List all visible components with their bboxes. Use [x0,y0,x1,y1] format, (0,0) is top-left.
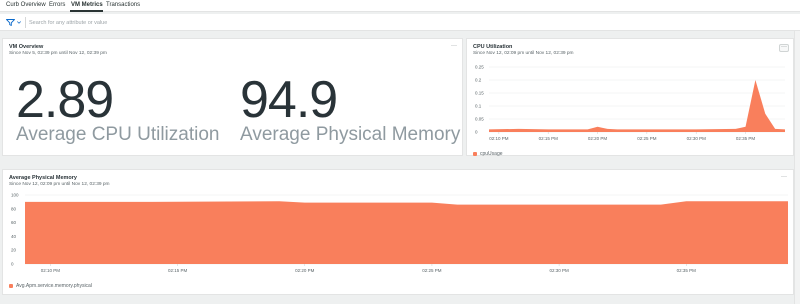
filter-icon [6,19,15,26]
x-tick-label: 02:30 PM [687,136,707,141]
active-tab-indicator [70,10,103,12]
y-tick-label: 0.1 [475,104,482,109]
legend-label: cpuUsage [480,151,503,157]
tab-errors[interactable]: Errors [49,2,65,8]
x-tick-label: 02:10 PM [41,268,61,273]
x-tick-label: 02:35 PM [677,268,697,273]
y-tick-label: 40 [11,234,17,239]
card-title: VM Overview [9,44,44,50]
y-tick-label: 0.25 [475,65,484,70]
filter-divider [25,17,26,28]
y-tick-label: 0 [11,262,14,267]
tab-curb-overview[interactable]: Curb Overview [6,2,46,8]
series-area [25,201,788,264]
x-tick-label: 02:10 PM [489,136,509,141]
search-input[interactable] [29,17,329,28]
filter-bar [0,14,800,31]
legend-label: Avg.Apm.service.memory.physical [16,283,92,289]
cpu-utilization-chart: 0 0.05 0.1 0.15 0.2 0.25 02:10 PM 02:15 PM 02:20… [475,65,786,141]
y-tick-label: 60 [11,220,17,225]
tab-vm-metrics[interactable]: VM Metrics [71,2,103,8]
x-tick-label: 02:15 PM [539,136,559,141]
chart-legend[interactable]: Avg.Apm.service.memory.physical [9,283,92,289]
page-scrollbar[interactable] [794,31,800,304]
chevron-down-icon [17,21,21,24]
tab-transactions[interactable]: Transactions [106,2,140,8]
memory-card: Average Physical Memory Since Nov 12, 02… [2,169,794,295]
x-tick-label: 02:20 PM [295,268,315,273]
y-tick-label: 20 [11,248,17,253]
x-tick-label: 02:25 PM [637,136,657,141]
x-tick-label: 02:30 PM [549,268,569,273]
x-tick-label: 02:25 PM [422,268,442,273]
memory-chart: 0 20 40 60 80 100 02:10 PM 02:15 PM 02:20 PM 02:2… [11,193,789,273]
more-options-icon: ··· [451,43,457,49]
y-tick-label: 100 [11,193,19,198]
legend-swatch [473,152,477,156]
legend-swatch [9,284,13,288]
y-tick-label: 80 [11,206,17,211]
billboard-label-cpu: Average CPU Utilization [16,124,220,145]
y-tick-label: 0.05 [475,117,484,122]
x-tick-label: 02:20 PM [588,136,608,141]
card-menu-button[interactable]: ··· [449,43,459,51]
y-tick-label: 0 [475,130,478,135]
billboard-label-memory: Average Physical Memory [240,124,461,145]
billboard-value-memory: 94.9 [240,71,338,129]
billboard-value-cpu: 2.89 [16,71,114,129]
filter-button[interactable] [6,18,22,27]
tab-bar: Curb Overview Errors VM Metrics Transact… [0,0,800,12]
x-tick-label: 02:15 PM [168,268,188,273]
x-tick-label: 02:35 PM [736,136,756,141]
y-tick-label: 0.15 [475,91,484,96]
y-tick-label: 0.2 [475,78,482,83]
cpu-utilization-card: CPU Utilization Since Nov 12, 02:09 pm u… [466,38,794,157]
card-time-range: Since Nov 5, 02:39 pm until Nov 12, 02:3… [9,51,107,56]
chart-legend[interactable]: cpuUsage [473,151,503,157]
